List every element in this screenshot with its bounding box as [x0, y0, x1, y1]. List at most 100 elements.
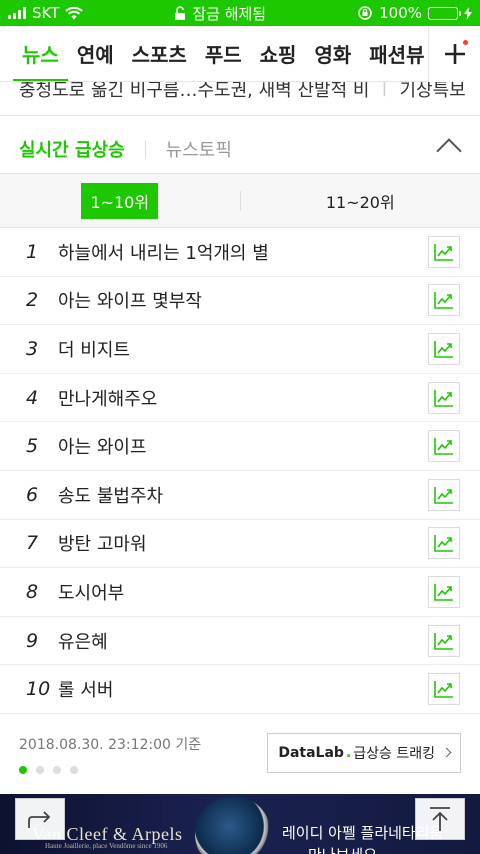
trend-chart-button[interactable]	[428, 624, 460, 657]
trend-chart-button[interactable]	[428, 284, 460, 317]
plus-icon	[444, 44, 465, 64]
arrow-up-icon	[430, 807, 450, 831]
share-button[interactable]	[15, 798, 65, 840]
rank-number: 1	[26, 240, 39, 263]
rank-number: 5	[26, 435, 39, 458]
scroll-top-button[interactable]	[415, 798, 465, 840]
rank-keyword[interactable]: 아는 와이프 몇부작	[58, 287, 428, 313]
trend-chart-button[interactable]	[428, 575, 460, 608]
trend-chart-button[interactable]	[428, 527, 460, 560]
range-inactive-label: 11~20위	[325, 192, 395, 212]
tab-news-topic[interactable]: 뉴스토픽	[166, 136, 232, 162]
list-item[interactable]: 5 아는 와이프	[0, 422, 480, 471]
battery-icon	[428, 6, 461, 20]
range-tab-1-10[interactable]: 1~10위	[0, 174, 240, 227]
page-dot-active[interactable]	[19, 765, 27, 774]
list-item[interactable]: 10 롤 서버	[0, 665, 480, 714]
page-dot[interactable]	[36, 765, 44, 774]
list-item[interactable]: 9 유은혜	[0, 617, 480, 666]
tab-food[interactable]: 푸드	[196, 26, 251, 81]
tab-movies[interactable]: 영화	[305, 26, 360, 81]
ad-line-2: 만나보세요	[308, 844, 377, 854]
tab-sports[interactable]: 스포츠	[123, 26, 196, 81]
signal-icon	[8, 7, 26, 19]
chevron-up-icon[interactable]	[436, 138, 462, 164]
trend-chart-icon	[434, 438, 453, 455]
status-bar: SKT 잠금 해제됨 100%	[0, 0, 480, 26]
trend-chart-button[interactable]	[428, 673, 460, 706]
status-left: SKT	[8, 4, 84, 22]
rotation-lock-icon	[358, 6, 372, 20]
range-tab-11-20[interactable]: 11~20위	[241, 174, 480, 227]
trend-chart-icon	[434, 535, 453, 553]
list-item[interactable]: 3 더 비지트	[0, 325, 480, 374]
lock-status-text: 잠금 해제됨	[192, 4, 267, 23]
wifi-icon	[65, 6, 84, 19]
headline-ticker[interactable]: 충청도로 옮긴 비구름…수도권, 새벽 산발적 비 | 기상특보	[0, 82, 480, 116]
rank-keyword[interactable]: 도시어부	[58, 579, 428, 605]
tab-realtime-rising[interactable]: 실시간 급상승	[19, 136, 125, 162]
ticker-headline[interactable]: 충청도로 옮긴 비구름…수도권, 새벽 산발적 비	[19, 82, 369, 102]
rank-number: 8	[26, 580, 39, 603]
ranking-list: 1 하늘에서 내리는 1억개의 별 2 아는 와이프 몇부작 3 더 비지트 4 만나게…	[0, 228, 480, 714]
category-tabs: 뉴스 연예 스포츠 푸드 쇼핑 영화 패션뷰	[0, 26, 480, 82]
page-dot[interactable]	[53, 765, 61, 774]
status-center: 잠금 해제됨	[174, 3, 266, 24]
trend-chart-icon	[434, 292, 453, 310]
share-icon	[28, 811, 51, 828]
rank-keyword[interactable]: 더 비지트	[58, 336, 428, 362]
chevron-right-icon	[441, 747, 452, 758]
tab-entertainment[interactable]: 연예	[68, 26, 123, 81]
list-item[interactable]: 6 송도 불법주차	[0, 471, 480, 520]
tab-news[interactable]: 뉴스	[13, 26, 68, 81]
rank-keyword[interactable]: 하늘에서 내리는 1억개의 별	[58, 239, 428, 265]
trend-chart-icon	[434, 389, 453, 407]
trend-chart-icon	[434, 486, 453, 504]
rank-number: 2	[26, 289, 39, 312]
rank-number: 9	[26, 629, 39, 652]
list-item[interactable]: 7 방탄 고마워	[0, 520, 480, 569]
rank-number: 6	[26, 483, 39, 506]
datalab-label: 급상승 트래킹	[353, 745, 435, 762]
status-right: 100%	[357, 4, 472, 22]
rank-keyword[interactable]: 송도 불법주차	[58, 482, 428, 508]
charging-icon	[464, 6, 472, 20]
list-item[interactable]: 4 만나게해주오	[0, 374, 480, 423]
rank-number: 7	[26, 532, 39, 555]
rank-keyword[interactable]: 방탄 고마워	[58, 530, 428, 556]
watch-image	[195, 796, 271, 854]
rank-number: 4	[26, 386, 39, 409]
trend-chart-icon	[434, 340, 453, 358]
trend-chart-button[interactable]	[428, 381, 460, 414]
battery-percent: 100%	[379, 4, 422, 22]
rank-keyword[interactable]: 만나게해주오	[58, 385, 428, 411]
list-item[interactable]: 1 하늘에서 내리는 1억개의 별	[0, 228, 480, 277]
ticker-weather[interactable]: 기상특보	[400, 82, 466, 102]
ad-subtitle: Haute Joaillerie, place Vendôme since 19…	[45, 842, 168, 850]
trend-chart-button[interactable]	[428, 332, 460, 365]
ad-banner[interactable]: Van Cleef & Arpels Haute Joaillerie, pla…	[0, 794, 480, 854]
rank-number: 10	[26, 678, 51, 701]
page-dot[interactable]	[70, 765, 78, 774]
rank-keyword[interactable]: 유은혜	[58, 628, 428, 654]
list-item[interactable]: 8 도시어부	[0, 568, 480, 617]
ticker-divider: |	[381, 82, 388, 97]
rank-keyword[interactable]: 아는 와이프	[58, 433, 428, 459]
datalab-brand: DataLab	[278, 744, 344, 761]
ranking-footer: 2018.08.30. 23:12:00 기준 DataLab. 급상승 트래킹	[0, 714, 480, 802]
trend-chart-button[interactable]	[428, 430, 460, 463]
datalab-tracking-button[interactable]: DataLab. 급상승 트래킹	[267, 732, 461, 773]
trend-chart-icon	[434, 583, 453, 601]
list-item[interactable]: 2 아는 와이프 몇부작	[0, 277, 480, 326]
add-tab-button[interactable]	[428, 26, 480, 82]
trend-chart-button[interactable]	[428, 478, 460, 511]
tab-fashion[interactable]: 패션뷰	[360, 26, 428, 81]
trend-chart-icon	[434, 632, 453, 650]
tabs-track: 뉴스 연예 스포츠 푸드 쇼핑 영화 패션뷰	[0, 26, 428, 81]
rank-keyword[interactable]: 롤 서버	[58, 676, 428, 702]
section-gap	[0, 116, 480, 124]
trend-chart-button[interactable]	[428, 235, 460, 268]
tab-shopping[interactable]: 쇼핑	[251, 26, 306, 81]
rank-number: 3	[26, 337, 39, 360]
trend-chart-icon	[434, 681, 453, 698]
